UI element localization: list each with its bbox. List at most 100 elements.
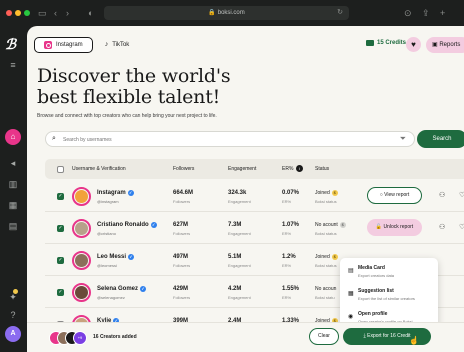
- column-header: Status: [315, 166, 330, 172]
- info-icon[interactable]: i: [296, 165, 303, 172]
- view-report-button[interactable]: ○ View report: [367, 187, 422, 204]
- selected-avatars: +9: [49, 331, 87, 345]
- followers-value: 429M: [173, 286, 189, 292]
- avatar[interactable]: [72, 251, 91, 270]
- back-icon[interactable]: ‹: [54, 6, 57, 20]
- column-header[interactable]: Engagement: [228, 166, 256, 172]
- list-icon: ▦: [348, 291, 354, 297]
- favorites-button[interactable]: ♥: [406, 37, 421, 52]
- avatar[interactable]: [72, 219, 91, 238]
- er-value: 1.55%: [282, 286, 300, 292]
- creator-handle: @instagram: [97, 199, 119, 204]
- creator-name[interactable]: Cristiano Ronaldo ✓: [97, 222, 157, 228]
- close-window-dot[interactable]: [6, 10, 12, 16]
- status-value: No acoun: [315, 286, 337, 292]
- privacy-icon[interactable]: ◐: [88, 6, 93, 20]
- help-icon[interactable]: ?: [8, 310, 18, 320]
- heart-icon: ♥: [411, 40, 416, 49]
- tiktok-icon: ♪: [104, 41, 109, 48]
- media-icon[interactable]: ▤: [8, 221, 18, 231]
- credits-display[interactable]: 15 Credits: [366, 40, 406, 46]
- followers-label: Followers: [173, 231, 191, 236]
- creator-handle: @cristiano: [97, 231, 116, 236]
- reports-icon[interactable]: ▥: [8, 179, 18, 189]
- engagement-value: 324.3k: [228, 190, 247, 196]
- new-tab-icon[interactable]: +: [440, 6, 445, 20]
- row-checkbox[interactable]: ✓: [57, 225, 64, 232]
- search-input[interactable]: [63, 134, 363, 145]
- avatar[interactable]: [72, 187, 91, 206]
- reports-button[interactable]: ▣ Reports: [426, 37, 464, 53]
- tab-tiktok[interactable]: ♪ TikTok: [96, 37, 139, 53]
- engagement-label: Engagement: [228, 295, 251, 300]
- table-header: Username & Verification Followers Engage…: [45, 159, 464, 179]
- document-icon: ▤: [348, 268, 354, 274]
- download-icon[interactable]: ⊙: [404, 6, 412, 20]
- menu-icon[interactable]: ≡: [8, 60, 18, 70]
- menu-item-subtitle: Export creators data: [358, 273, 395, 278]
- mouse-cursor-icon: ☝: [409, 336, 419, 345]
- tab-label: Instagram: [56, 42, 83, 48]
- status-label: Boksi statu: [315, 295, 335, 300]
- row-checkbox[interactable]: ✓: [57, 257, 64, 264]
- page-title-line-2: best flexible talent!: [37, 86, 221, 108]
- er-value: 1.07%: [282, 222, 300, 228]
- profile-icon: ◉: [348, 314, 354, 320]
- megaphone-icon[interactable]: ◂: [8, 158, 18, 168]
- row-checkbox[interactable]: ✓: [57, 289, 64, 296]
- followers-label: Followers: [173, 295, 191, 300]
- credits-icon: [366, 40, 374, 46]
- engagement-value: 5.1M: [228, 254, 242, 260]
- filter-icon[interactable]: ⏷: [400, 134, 406, 144]
- top-bar: Instagram ♪ TikTok 15 Credits ♥ ▣ Report…: [27, 26, 464, 62]
- heart-outline-icon[interactable]: ♡: [459, 223, 464, 231]
- search-button[interactable]: Search: [417, 130, 464, 148]
- status-label: Boksi status: [315, 199, 337, 204]
- followers-label: Followers: [173, 263, 191, 268]
- dashboard-icon[interactable]: ▦: [8, 200, 18, 210]
- tab-label: TikTok: [112, 42, 130, 48]
- creator-name[interactable]: Leo Messi ✓: [97, 254, 135, 260]
- creator-name[interactable]: Instagram ✓: [97, 190, 134, 196]
- menu-item-suggestion-list[interactable]: ▦ Suggestion list Export the list of sim…: [346, 285, 434, 307]
- maximize-window-dot[interactable]: [24, 10, 30, 16]
- address-bar[interactable]: 🔒 boksi.com ↻: [104, 6, 349, 20]
- er-label: ER%: [282, 199, 292, 204]
- minimize-window-dot[interactable]: [15, 10, 21, 16]
- share-icon[interactable]: ⇪: [422, 6, 430, 20]
- select-all-checkbox[interactable]: [57, 166, 64, 173]
- add-user-icon[interactable]: ⚇: [439, 191, 445, 199]
- user-avatar[interactable]: A: [5, 326, 21, 342]
- avatar[interactable]: [72, 283, 91, 302]
- status-label: Boksi status: [315, 231, 337, 236]
- heart-outline-icon[interactable]: ♡: [459, 191, 464, 199]
- coin-icon: $: [331, 190, 338, 196]
- table-row[interactable]: ✓ Instagram ✓ @instagram 664.6M Followers…: [45, 182, 464, 212]
- reload-icon[interactable]: ↻: [337, 6, 343, 20]
- column-header[interactable]: Followers: [173, 166, 194, 172]
- er-value: 1.2%: [282, 254, 296, 260]
- verified-icon: ✓: [128, 254, 135, 260]
- boksi-logo[interactable]: ℬ: [5, 37, 16, 53]
- status-label: Boksi status: [315, 263, 337, 268]
- engagement-label: Engagement: [228, 231, 251, 236]
- sidebar-toggle-icon[interactable]: ▭: [38, 6, 47, 20]
- column-header[interactable]: ER%: [282, 166, 293, 172]
- followers-value: 497M: [173, 254, 189, 260]
- creator-name[interactable]: Selena Gomez ✓: [97, 286, 147, 292]
- search-icon: ⌕: [52, 135, 56, 142]
- row-checkbox[interactable]: ✓: [57, 193, 64, 200]
- tab-instagram[interactable]: Instagram: [34, 37, 93, 53]
- add-user-icon[interactable]: ⚇: [439, 223, 445, 231]
- table-row[interactable]: ✓ Cristiano Ronaldo ✓ @cristiano 627M Fol…: [45, 214, 464, 244]
- browser-chrome: ▭ ‹ › ◐ 🔒 boksi.com ↻ ⊙ ⇪ +: [0, 0, 464, 26]
- menu-item-media-card[interactable]: ▤ Media Card Export creators data: [346, 262, 434, 284]
- clear-button[interactable]: Clear: [309, 328, 339, 345]
- home-icon[interactable]: ⌂: [5, 129, 21, 145]
- er-label: ER%: [282, 231, 292, 236]
- menu-item-title: Suggestion list: [358, 288, 394, 294]
- unlock-report-button[interactable]: 🔓 Unlock report: [367, 219, 422, 236]
- forward-icon[interactable]: ›: [66, 6, 69, 20]
- engagement-label: Engagement: [228, 263, 251, 268]
- menu-item-subtitle: Export the list of similar creators: [358, 296, 415, 301]
